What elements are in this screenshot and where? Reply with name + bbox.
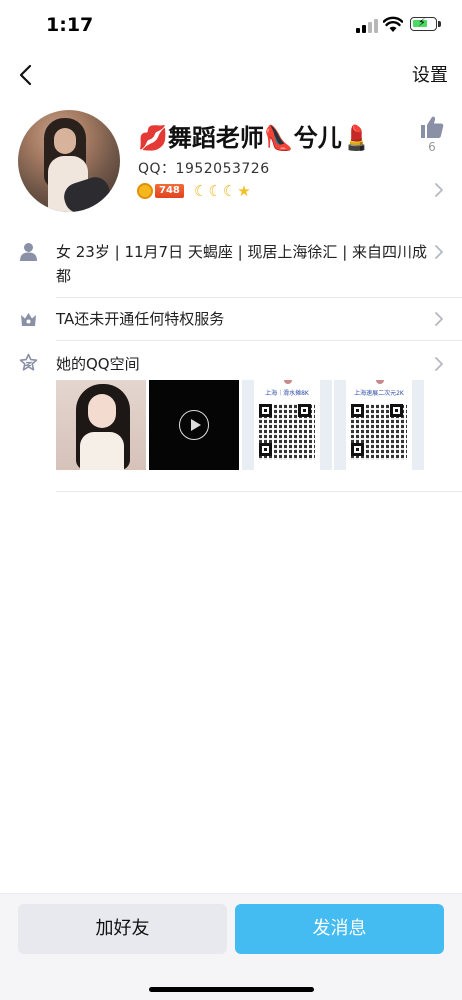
star-outline-icon	[19, 353, 38, 371]
qzone-photo[interactable]	[56, 380, 146, 470]
moon-icon: ☾	[193, 182, 208, 200]
wifi-icon	[383, 16, 403, 32]
vip-level-badge: 748	[155, 184, 184, 198]
status-time: 1:17	[46, 14, 94, 36]
person-icon	[20, 243, 37, 261]
chevron-right-icon[interactable]	[433, 244, 445, 260]
basic-info: 女 23岁 | 11月7日 天蝎座 | 现居上海徐汇 | 来自四川成都	[56, 243, 428, 285]
star-icon: ★	[237, 182, 251, 200]
qzone-label: 她的QQ空间	[56, 355, 140, 373]
qzone-video[interactable]	[149, 380, 239, 470]
qr-card-title: 上海速展二次元2K	[354, 390, 404, 397]
moon-icon: ☾	[208, 182, 222, 200]
vip-service-label: TA还未开通任何特权服务	[56, 310, 225, 328]
qzone-qr-image[interactable]: 上海速展二次元2K	[334, 380, 424, 470]
moon-icon: ☾	[222, 182, 237, 200]
qq-value: 1952053726	[175, 161, 270, 177]
chevron-right-icon[interactable]	[433, 182, 445, 198]
send-message-button[interactable]: 发消息	[235, 904, 444, 954]
divider	[56, 340, 462, 341]
add-friend-button[interactable]: 加好友	[18, 904, 227, 954]
settings-button[interactable]: 设置	[412, 61, 448, 87]
nickname: 💋舞蹈老师👠兮儿💄	[138, 124, 372, 152]
crown-icon	[21, 313, 36, 326]
battery-icon: ⚡	[410, 17, 441, 31]
qr-card-title: 上海｜滑水摊8K	[265, 390, 309, 397]
play-icon[interactable]	[179, 410, 209, 440]
level-badges[interactable]: 748 ☾ ☾ ☾ ★	[137, 181, 252, 201]
signal-icon	[356, 17, 378, 33]
chevron-left-icon[interactable]	[12, 60, 42, 90]
divider	[56, 491, 462, 492]
like-count: 6	[428, 140, 436, 154]
vip-coin-icon	[137, 183, 153, 199]
home-indicator[interactable]	[149, 987, 314, 992]
qq-number: QQ：1952053726	[138, 158, 270, 178]
thumbs-up-icon[interactable]	[419, 114, 445, 140]
qq-label: QQ：	[138, 161, 176, 177]
vip-service-row[interactable]: TA还未开通任何特权服务	[0, 298, 462, 340]
status-bar: 1:17 ⚡	[0, 0, 462, 48]
chevron-right-icon[interactable]	[433, 311, 445, 327]
qzone-qr-image[interactable]: 上海｜滑水摊8K	[242, 380, 332, 470]
qzone-row[interactable]: 她的QQ空间	[0, 342, 462, 382]
avatar[interactable]	[18, 110, 120, 212]
chevron-right-icon[interactable]	[433, 356, 445, 372]
bottom-action-bar: 加好友 发消息	[0, 893, 462, 1000]
